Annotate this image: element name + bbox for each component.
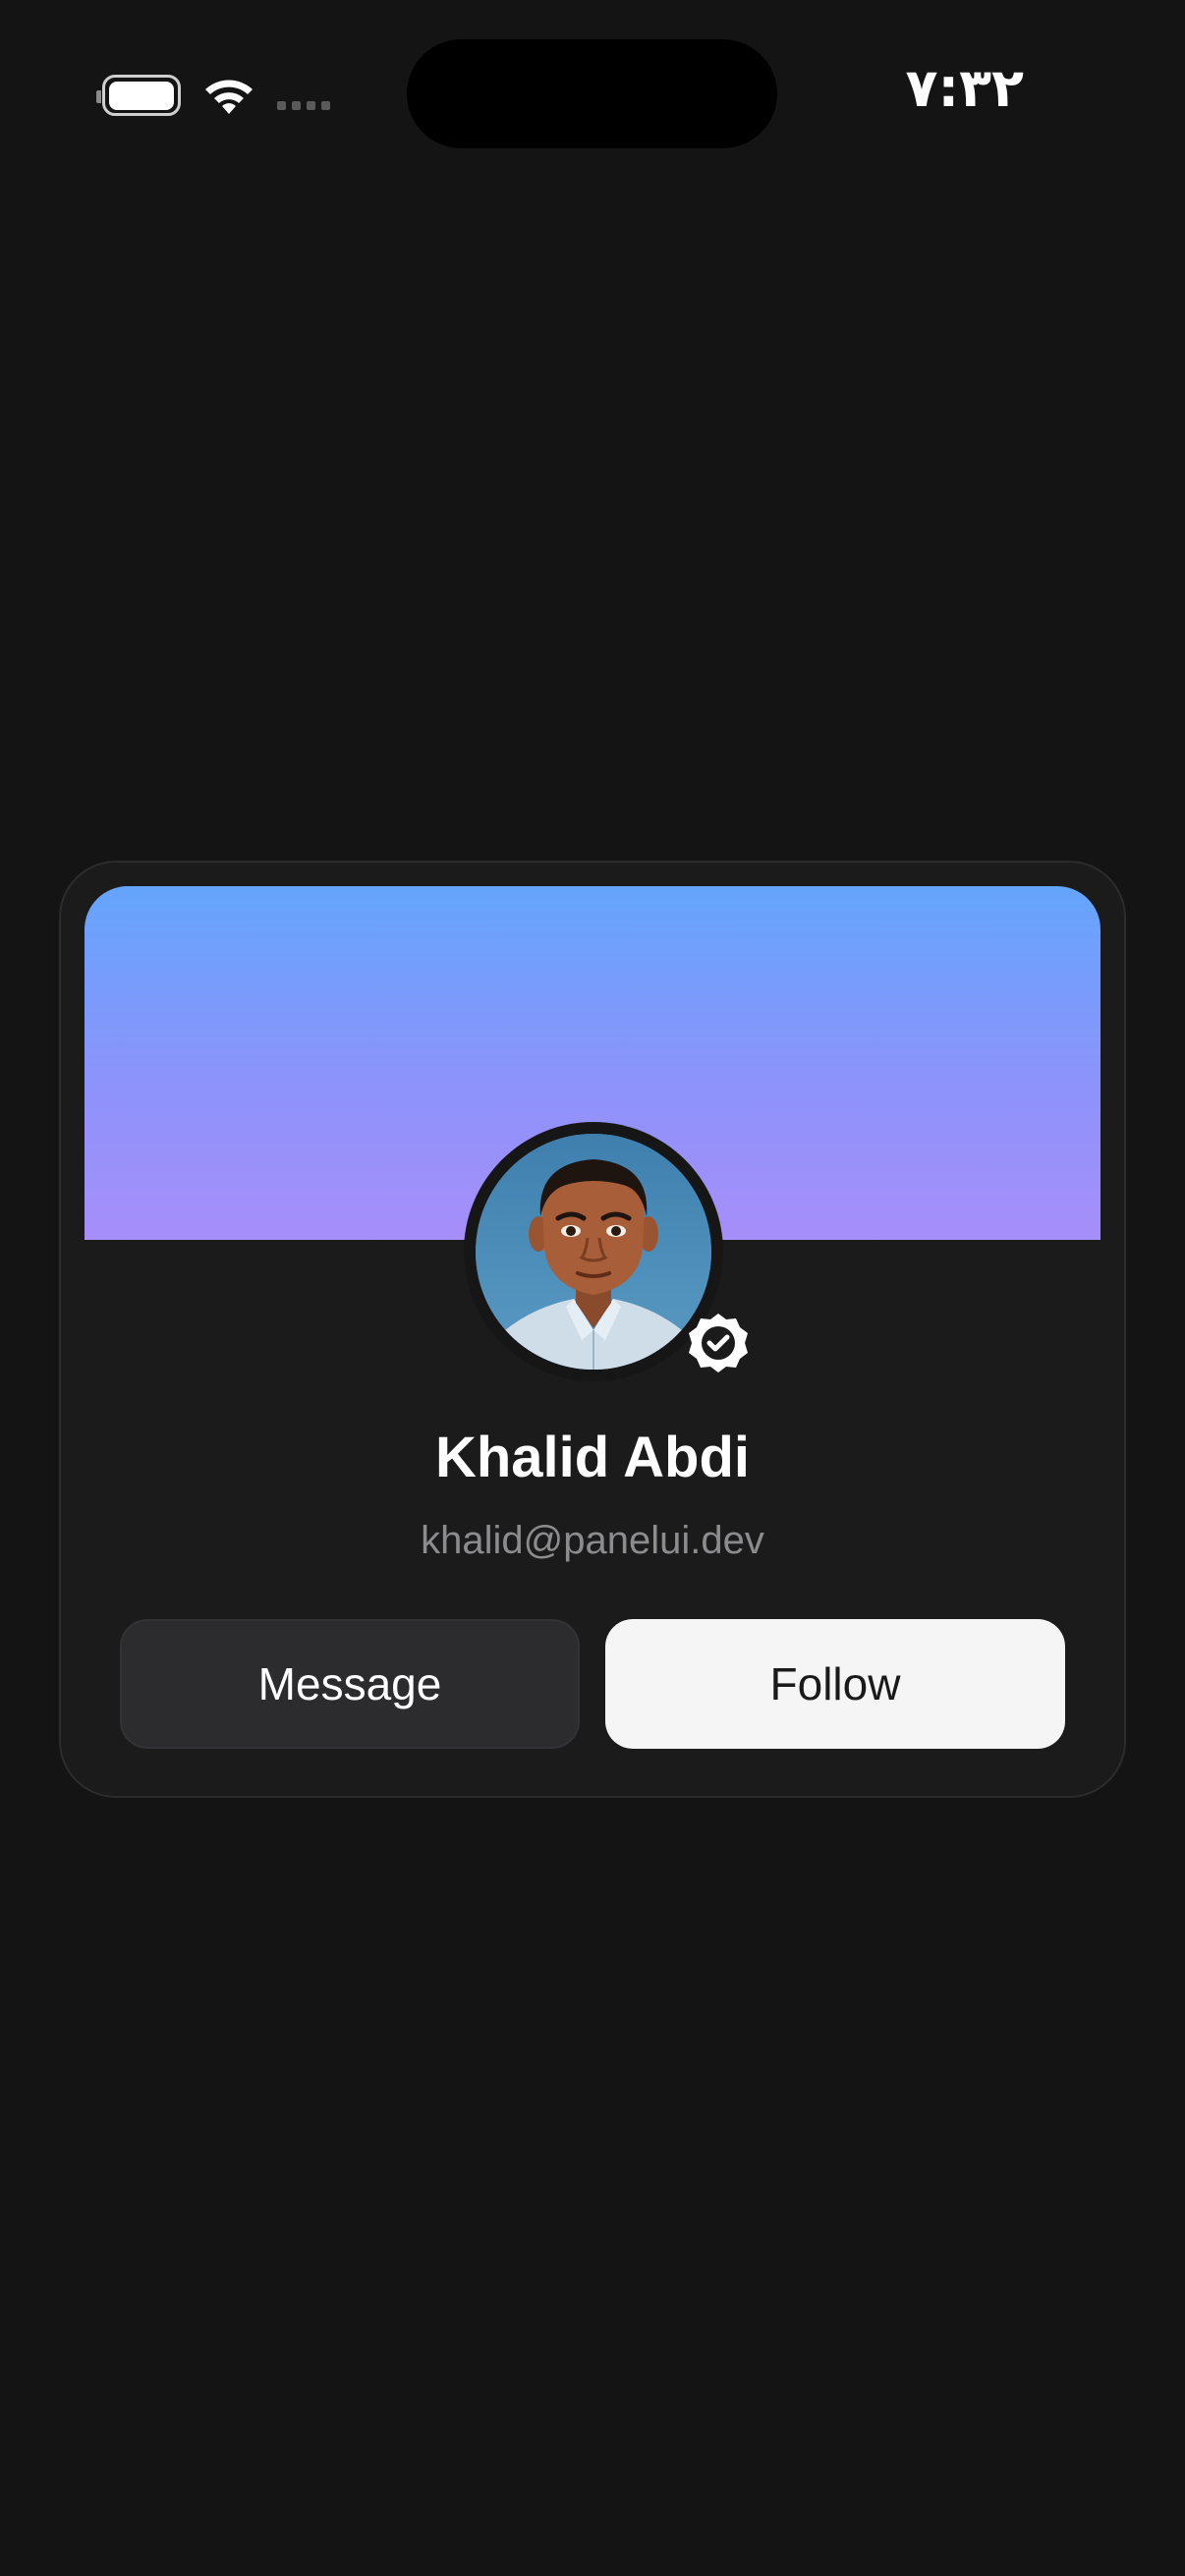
battery-icon <box>96 75 181 116</box>
follow-button[interactable]: Follow <box>605 1619 1065 1749</box>
status-bar-time: ۷:۳۲ <box>905 57 1024 119</box>
avatar-frame <box>464 1122 723 1381</box>
profile-screen: ۷:۳۲ Khalid Abdi khalid@panelui.dev Mess… <box>0 0 1185 2576</box>
profile-card: Khalid Abdi khalid@panelui.dev Message F… <box>59 861 1126 1798</box>
wifi-icon <box>205 80 253 114</box>
profile-name: Khalid Abdi <box>434 1426 751 1489</box>
avatar-image <box>476 1134 711 1370</box>
message-button[interactable]: Message <box>120 1619 580 1749</box>
cellular-signal-icon <box>277 75 330 116</box>
status-bar-left <box>96 71 330 120</box>
dynamic-island <box>407 39 777 148</box>
profile-email: khalid@panelui.dev <box>421 1519 764 1562</box>
verified-badge-icon <box>689 1314 748 1372</box>
avatar[interactable] <box>476 1134 711 1370</box>
